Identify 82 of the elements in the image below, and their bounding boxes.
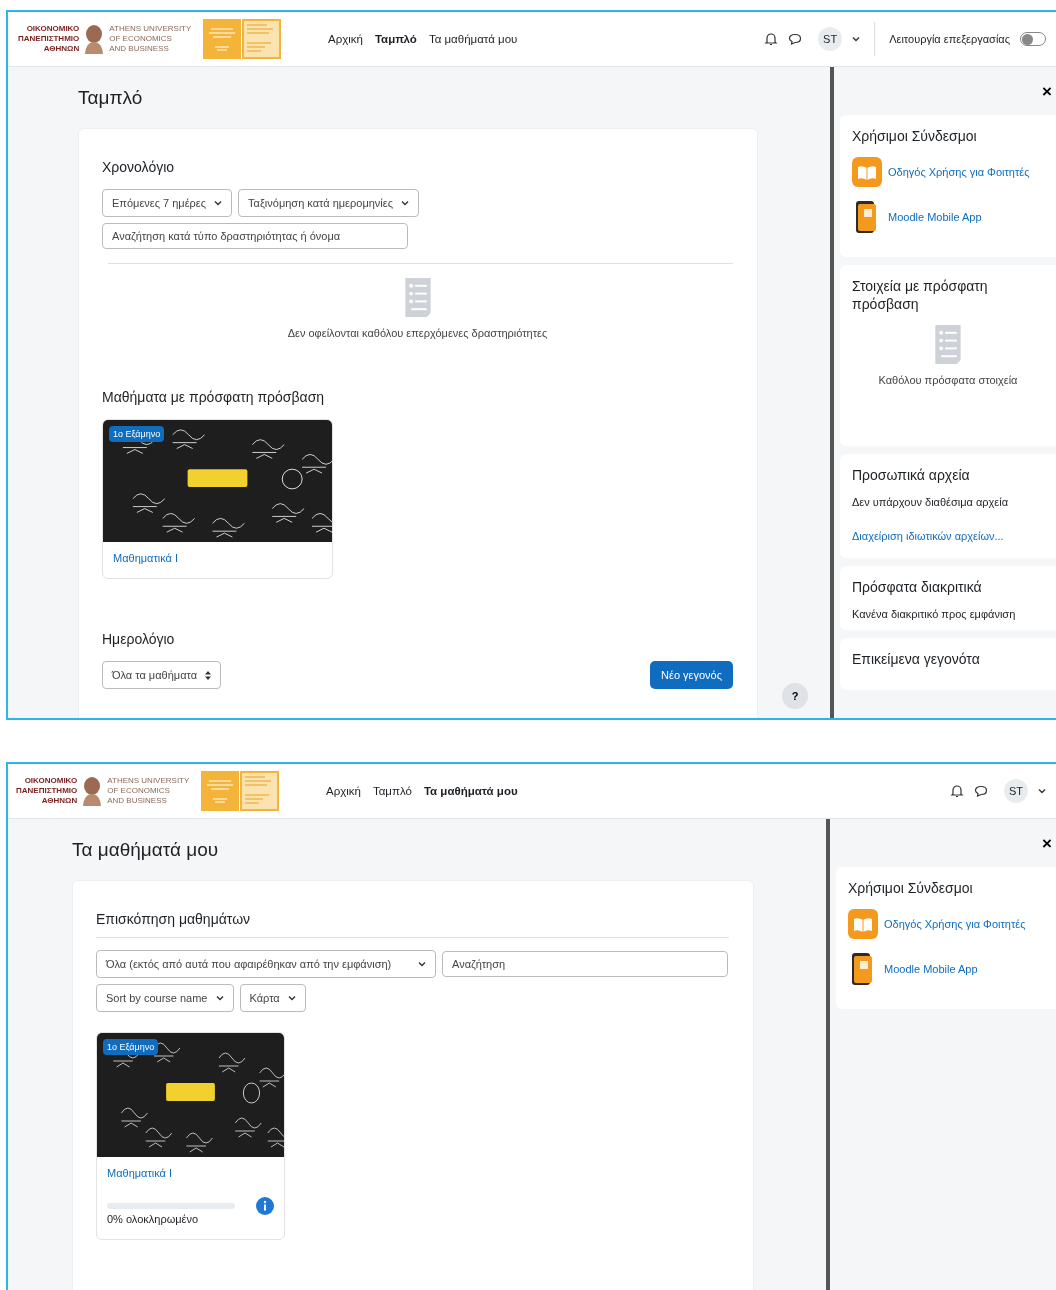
sidebar-link[interactable]: Moodle Mobile App	[884, 963, 978, 975]
block-title: Ημερολόγιο	[102, 631, 176, 647]
nav-link[interactable]: Αρχική	[326, 785, 361, 797]
logo-text: OF ECONOMICS	[109, 34, 173, 44]
bust-icon	[83, 24, 106, 54]
list-icon	[933, 325, 963, 364]
course-link[interactable]: Μαθηματικά Ι	[107, 1167, 274, 1179]
manage-files-link[interactable]: Διαχείριση ιδιωτικών αρχείων...	[852, 530, 1044, 542]
logo-text: ΑΘΗΝΩΝ	[41, 796, 78, 806]
logo-text: ΠΑΝΕΠΙΣΤΗΜΙΟ	[16, 786, 78, 796]
chat-icon[interactable]	[788, 32, 803, 46]
nav-link[interactable]: Τα μαθήματά μου	[428, 33, 518, 45]
view-dropdown[interactable]: Κάρτα	[239, 984, 306, 1012]
course-dropdown[interactable]: Όλα τα μαθήματα	[102, 661, 222, 689]
block-title: Χρονολόγιο	[102, 159, 176, 175]
sidebar-link[interactable]: Οδηγός Χρήσης για Φοιτητές	[888, 166, 1030, 178]
nav-link[interactable]: Τα μαθήματά μου	[423, 785, 518, 797]
book-icon	[848, 909, 878, 939]
block-title: Χρήσιμοι Σύνδεσμοι	[848, 879, 974, 897]
chat-icon[interactable]	[974, 784, 988, 798]
bell-icon[interactable]	[950, 784, 964, 798]
logo-text: OF ECONOMICS	[107, 786, 171, 796]
caret-icon	[215, 995, 224, 1001]
logo-text: ATHENS UNIVERSITY	[109, 24, 192, 34]
filter-dropdown[interactable]: Επόμενες 7 ημέρες	[102, 189, 233, 217]
user-avatar[interactable]: ST	[1004, 779, 1028, 803]
block-title: Επισκόπηση μαθημάτων	[96, 911, 252, 927]
block-text: Δεν υπάρχουν διαθέσιμα αρχεία	[852, 496, 1010, 508]
info-icon[interactable]	[256, 1197, 274, 1215]
course-card[interactable]: 1ο Εξάμηνο Μαθηματικά Ι 0% ολοκληρωμένο	[96, 1032, 285, 1240]
filter-dropdown[interactable]: Όλα (εκτός από αυτά που αφαιρέθηκαν από την εμφάνιση)	[96, 950, 436, 978]
logo-text: AND BUSINESS	[109, 44, 170, 54]
progress-text: 0% ολοκληρωμένο	[107, 1213, 200, 1225]
help-button[interactable]: ?	[782, 683, 808, 709]
logo-text: ΠΑΝΕΠΙΣΤΗΜΙΟ	[18, 34, 80, 44]
block-title: Μαθήματα με πρόσφατη πρόσβαση	[102, 389, 326, 405]
page-title: Τα μαθήματά μου	[72, 839, 220, 861]
sidebar-link[interactable]: Moodle Mobile App	[888, 211, 982, 223]
sort-icon	[205, 670, 212, 680]
school-logo-icon	[201, 771, 280, 811]
caret-icon	[1038, 788, 1046, 794]
block-title: Στοιχεία με πρόσφατη πρόσβαση	[852, 277, 989, 313]
bell-icon[interactable]	[764, 32, 779, 46]
caret-icon	[287, 995, 296, 1001]
block-title: Προσωπικά αρχεία	[852, 466, 971, 484]
new-event-button[interactable]: Νέο γεγονός	[650, 661, 733, 689]
block-title: Χρήσιμοι Σύνδεσμοι	[852, 127, 978, 145]
sidebar-link[interactable]: Οδηγός Χρήσης για Φοιτητές	[884, 918, 1026, 930]
course-tag: 1ο Εξάμηνο	[103, 1039, 159, 1055]
course-link[interactable]: Μαθηματικά Ι	[113, 552, 322, 564]
search-field[interactable]: Αναζήτηση κατά τύπο δραστηριότητας ή όνομα	[102, 223, 408, 249]
caret-icon	[418, 961, 426, 967]
caret-icon	[852, 36, 861, 42]
nav-link[interactable]: Ταμπλό	[372, 785, 412, 797]
bust-icon	[81, 776, 104, 806]
logo-text: AND BUSINESS	[107, 796, 168, 806]
list-icon	[402, 278, 433, 317]
logo-text: ATHENS UNIVERSITY	[107, 776, 190, 786]
logo-text: ΟΙΚΟΝΟΜΙΚΟ	[24, 776, 78, 786]
edit-mode-label: Λειτουργία επεξεργασίας	[889, 33, 1010, 45]
user-avatar[interactable]: ST	[818, 27, 843, 51]
course-card[interactable]: 1ο Εξάμηνο Μαθηματικά Ι	[102, 419, 333, 579]
school-logo-icon	[203, 19, 282, 59]
caret-icon	[401, 200, 409, 206]
empty-message: Δεν οφείλονται καθόλου επερχόμενες δραστηριότητες	[287, 327, 548, 339]
page-title: Ταμπλό	[78, 87, 144, 109]
search-field[interactable]: Αναζήτηση	[442, 951, 728, 977]
block-text: Κανένα διακριτικό προς εμφάνιση	[852, 608, 1017, 620]
close-button[interactable]: ×	[1038, 82, 1056, 100]
nav-link[interactable]: Ταμπλό	[374, 33, 417, 45]
empty-message: Καθόλου πρόσφατα στοιχεία	[878, 374, 1018, 386]
filter-dropdown[interactable]: Ταξινόμηση κατά ημερομηνίες	[238, 189, 419, 217]
logo-text: ΑΘΗΝΩΝ	[43, 44, 80, 54]
close-button[interactable]: ×	[1038, 834, 1056, 852]
course-tag: 1ο Εξάμηνο	[109, 426, 165, 442]
book-icon	[852, 157, 882, 187]
view-dropdown[interactable]: Sort by course name	[96, 984, 234, 1012]
block-title: Πρόσφατα διακριτικά	[852, 578, 983, 596]
caret-icon	[214, 200, 223, 206]
block-title: Επικείμενα γεγονότα	[852, 650, 981, 668]
logo-text: ΟΙΚΟΝΟΜΙΚΟ	[26, 24, 80, 34]
nav-link[interactable]: Αρχική	[328, 33, 363, 45]
